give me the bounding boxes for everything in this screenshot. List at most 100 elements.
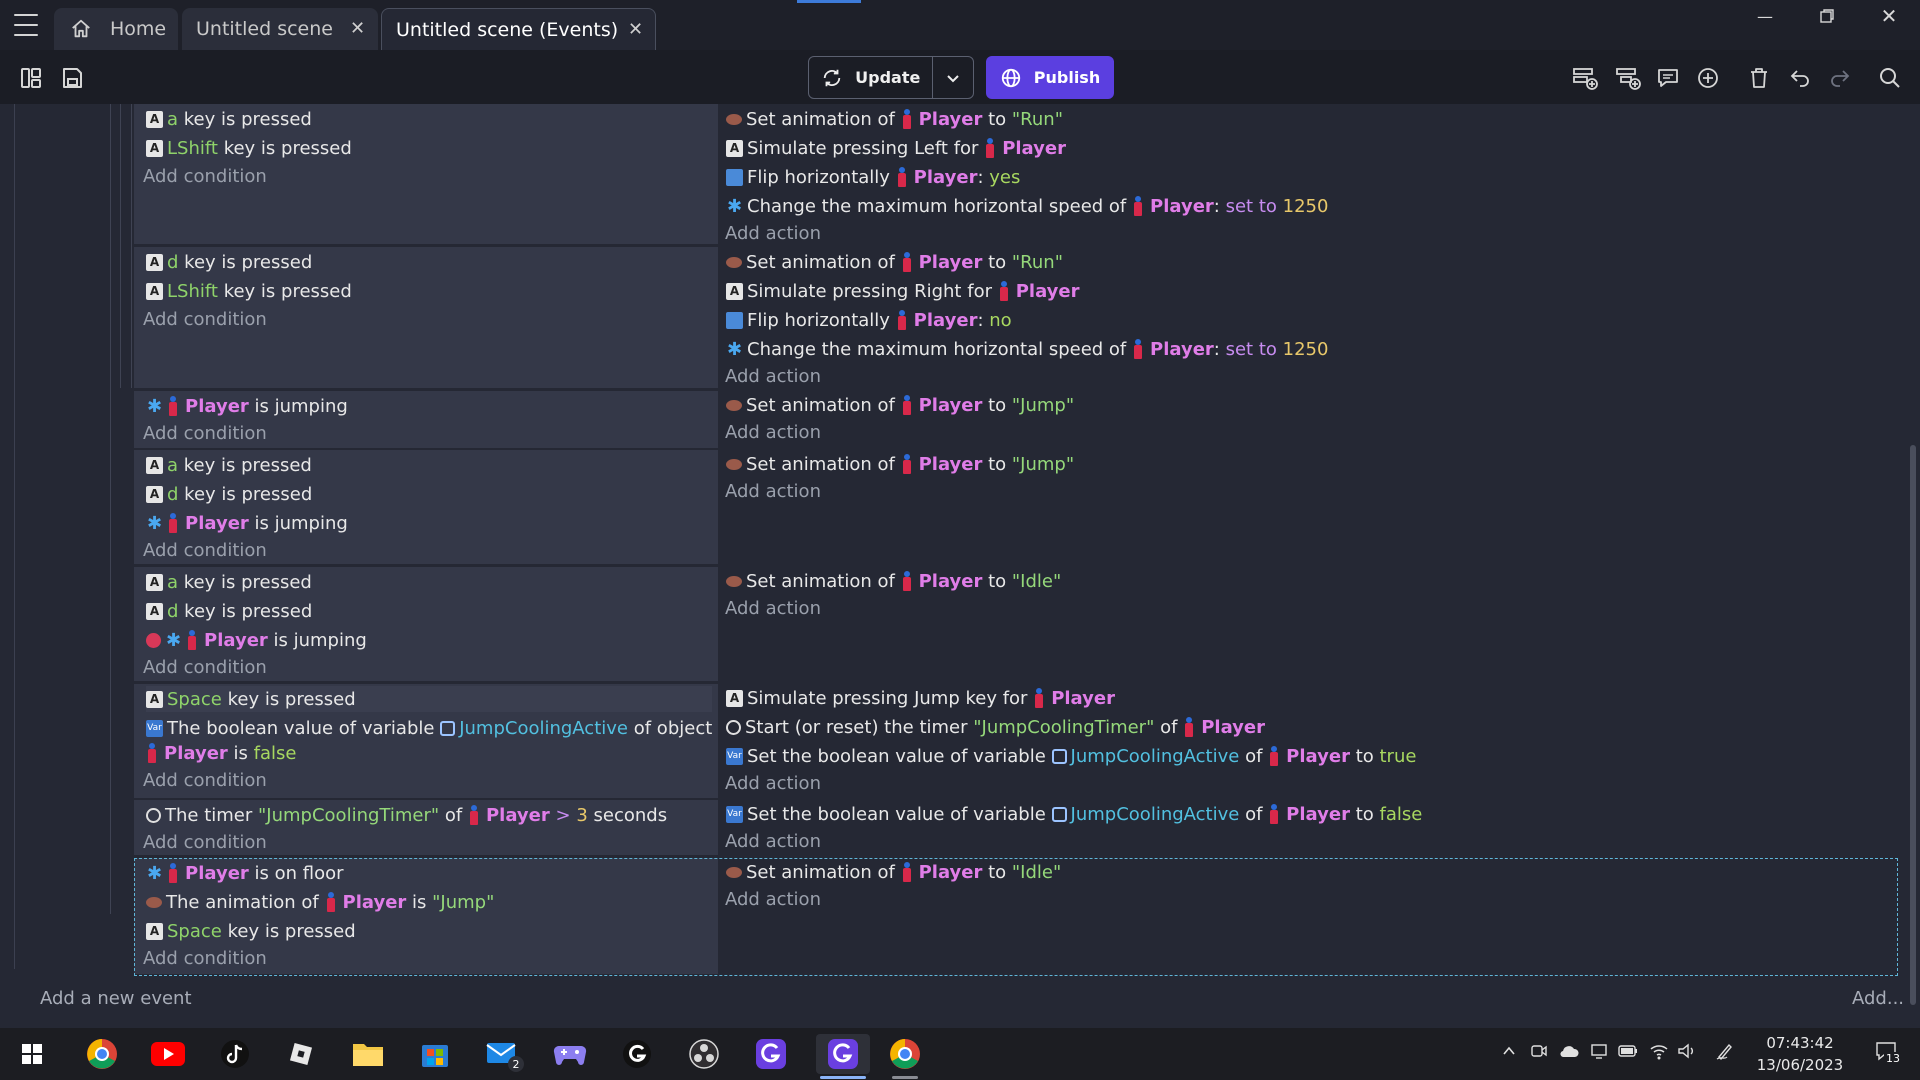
event-2-conditions[interactable]: A d key is pressed A LShift key is press… [134,247,718,388]
action-row[interactable]: Set animation of Player to "Run" [726,106,1063,132]
chrome-icon[interactable] [82,1034,122,1074]
chevron-up-icon[interactable] [1498,1040,1520,1062]
add-comment-icon[interactable] [1654,64,1682,92]
display-icon[interactable] [1588,1040,1610,1062]
tab-untitled-scene-events[interactable]: Untitled scene (Events) ✕ [381,8,656,50]
action-row[interactable]: Start (or reset) the timer "JumpCoolingT… [726,714,1265,740]
windows-start-icon[interactable] [12,1034,52,1074]
add-condition-link[interactable]: Add condition [143,163,267,189]
volume-icon[interactable] [1676,1040,1698,1062]
add-action-link[interactable]: Add action [725,595,821,621]
add-action-link[interactable]: Add action [725,828,821,854]
action-row[interactable]: A Simulate pressing Right for Player [726,278,1080,304]
event-5-actions[interactable]: Set animation of Player to "Idle" Add ac… [720,567,1898,681]
add-circle-icon[interactable] [1694,64,1722,92]
undo-icon[interactable] [1786,64,1814,92]
condition-row[interactable]: A a key is pressed [146,452,312,478]
tab-home[interactable]: Home [54,8,178,50]
action-row[interactable]: ✱ Change the maximum horizontal speed of… [726,336,1329,362]
event-1-actions[interactable]: Set animation of Player to "Run" A Simul… [720,104,1898,244]
condition-row[interactable]: Var The boolean value of variable JumpCo… [146,715,712,741]
obs-icon[interactable] [684,1034,724,1074]
microsoft-store-icon[interactable] [415,1034,455,1074]
menu-icon[interactable] [14,14,38,36]
roblox-icon[interactable] [281,1034,321,1074]
wifi-icon[interactable] [1648,1040,1670,1062]
close-icon[interactable]: ✕ [350,18,365,39]
search-icon[interactable] [1876,64,1904,92]
chrome-active-icon[interactable] [885,1034,925,1074]
condition-row[interactable]: ✱ Player is jumping [146,510,348,536]
add-action-link[interactable]: Add action [725,478,821,504]
event-8-actions[interactable]: Set animation of Player to "Idle" Add ac… [720,858,1898,974]
pen-icon[interactable] [1714,1040,1736,1062]
event-4-actions[interactable]: Set animation of Player to "Jump" Add ac… [720,450,1898,564]
trash-icon[interactable] [1745,64,1773,92]
meet-icon[interactable] [1528,1040,1550,1062]
action-row[interactable]: ✱ Change the maximum horizontal speed of… [726,193,1329,219]
condition-row[interactable]: ✱ Player is jumping [146,627,367,653]
add-condition-link[interactable]: Add condition [143,945,267,971]
update-dropdown-button[interactable] [933,57,973,98]
condition-row[interactable]: A LShift key is pressed [146,278,352,304]
scrollbar[interactable] [1910,445,1916,1005]
condition-row[interactable]: A LShift key is pressed [146,135,352,161]
event-6-conditions[interactable]: A Space key is pressed Var The boolean v… [134,684,718,798]
clock[interactable]: 07:43:42 13/06/2023 [1740,1032,1860,1076]
action-row[interactable]: Flip horizontally Player: yes [726,164,1020,190]
add-condition-link[interactable]: Add condition [143,767,267,793]
update-button[interactable]: Update [809,57,934,98]
close-icon[interactable]: ✕ [628,19,643,40]
condition-row[interactable]: A Space key is pressed [146,686,712,712]
action-row[interactable]: Set animation of Player to "Idle" [726,568,1061,594]
action-row[interactable]: Set animation of Player to "Run" [726,249,1063,275]
event-8-conditions[interactable]: ✱ Player is on floor The animation of Pl… [134,858,718,974]
add-event-icon[interactable] [1571,64,1599,92]
condition-row[interactable]: A d key is pressed [146,249,312,275]
save-icon[interactable] [58,64,86,92]
event-3-actions[interactable]: Set animation of Player to "Jump" Add ac… [720,391,1898,448]
condition-row[interactable]: A d key is pressed [146,481,312,507]
event-4-conditions[interactable]: A a key is pressed A d key is pressed ✱ … [134,450,718,564]
add-action-link[interactable]: Add action [725,770,821,796]
event-5-conditions[interactable]: A a key is pressed A d key is pressed ✱ … [134,567,718,681]
event-2-actions[interactable]: Set animation of Player to "Run" A Simul… [720,247,1898,388]
youtube-icon[interactable] [148,1034,188,1074]
add-condition-link[interactable]: Add condition [143,306,267,332]
condition-row[interactable]: ✱ Player is jumping [146,393,348,419]
minimize-icon[interactable]: — [1734,0,1796,32]
action-row[interactable]: A Simulate pressing Left for Player [726,135,1066,161]
battery-icon[interactable] [1617,1040,1639,1062]
game-controller-icon[interactable] [550,1034,590,1074]
event-3-conditions[interactable]: ✱ Player is jumping Add condition [134,391,718,448]
tab-untitled-scene[interactable]: Untitled scene ✕ [182,8,378,50]
condition-row[interactable]: A d key is pressed [146,598,312,624]
add-more-link[interactable]: Add... [1852,988,1904,1009]
add-action-link[interactable]: Add action [725,220,821,246]
gdevelop-icon[interactable] [751,1034,791,1074]
condition-row[interactable]: The animation of Player is "Jump" [146,889,494,915]
condition-row[interactable]: The timer "JumpCoolingTimer" of Player >… [146,802,667,828]
action-row[interactable]: Set animation of Player to "Jump" [726,392,1074,418]
layout-icon[interactable] [17,64,45,92]
action-row[interactable]: A Simulate pressing Jump key for Player [726,685,1115,711]
event-7-conditions[interactable]: The timer "JumpCoolingTimer" of Player >… [134,800,718,855]
action-row[interactable]: Var Set the boolean value of variable Ju… [726,743,1416,769]
window-close-icon[interactable]: ✕ [1858,0,1920,32]
add-new-event-link[interactable]: Add a new event [40,988,192,1009]
add-action-link[interactable]: Add action [725,419,821,445]
add-condition-link[interactable]: Add condition [143,829,267,855]
action-row[interactable]: Set animation of Player to "Jump" [726,451,1074,477]
condition-row[interactable]: ✱ Player is on floor [146,860,344,886]
gdevelop-active-icon[interactable] [816,1034,870,1074]
file-explorer-icon[interactable] [348,1034,388,1074]
onedrive-icon[interactable] [1558,1040,1580,1062]
action-row[interactable]: Flip horizontally Player: no [726,307,1012,333]
tiktok-icon[interactable] [215,1034,255,1074]
condition-row[interactable]: A a key is pressed [146,569,312,595]
condition-row[interactable]: A a key is pressed [146,106,312,132]
event-6-actions[interactable]: A Simulate pressing Jump key for Player … [720,684,1898,798]
event-1-conditions[interactable]: A a key is pressed A LShift key is press… [134,104,718,244]
add-condition-link[interactable]: Add condition [143,420,267,446]
restore-icon[interactable] [1796,0,1858,32]
